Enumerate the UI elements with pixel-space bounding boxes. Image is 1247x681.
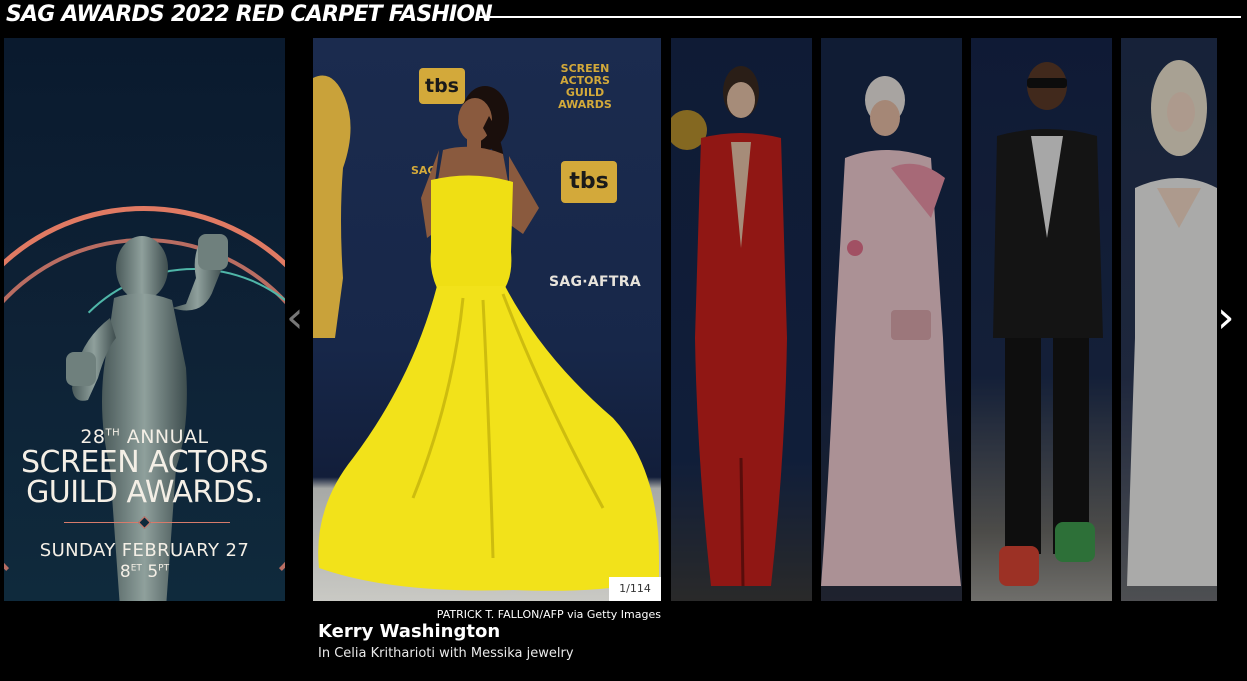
gallery-slide[interactable]: [821, 38, 962, 601]
photo-credit: PATRICK T. FALLON/AFP via Getty Images: [436, 608, 661, 621]
promo-title-line1: SCREEN ACTORS: [21, 445, 269, 480]
slide-counter: 1/114: [609, 577, 661, 601]
gallery-slide[interactable]: [971, 38, 1112, 601]
gallery-slide[interactable]: [1121, 38, 1217, 601]
outfit-description: In Celia Kritharioti with Messika jewelr…: [318, 646, 574, 661]
slide-dim-overlay: [821, 38, 962, 601]
promo-date: SUNDAY FEBRUARY 27: [39, 540, 250, 561]
kerry-washington-photo: [318, 86, 659, 591]
sag-awards-promo-slide[interactable]: 28TH ANNUAL SCREEN ACTORS GUILD AWARDS. …: [4, 38, 285, 601]
gallery-header: SAG AWARDS 2022 RED CARPET FASHION: [0, 0, 1247, 34]
header-divider: [477, 16, 1241, 18]
slide-dim-overlay: [1121, 38, 1217, 601]
celebrity-name: Kerry Washington: [318, 621, 501, 642]
promo-time: 8ET 5PT: [119, 562, 170, 582]
featured-photo-slide[interactable]: tbs SCREEN ACTORS GUILD AWARDS SAG tbs S…: [313, 38, 661, 601]
slide-dim-overlay: [671, 38, 812, 601]
gallery-title: SAG AWARDS 2022 RED CARPET FASHION: [6, 2, 493, 27]
chevron-left-icon[interactable]: ‹: [286, 296, 304, 340]
slide-dim-overlay: [971, 38, 1112, 601]
chevron-right-icon[interactable]: ›: [1217, 296, 1235, 340]
gallery-slide[interactable]: [671, 38, 812, 601]
promo-title-line2: GUILD AWARDS.: [26, 475, 263, 510]
